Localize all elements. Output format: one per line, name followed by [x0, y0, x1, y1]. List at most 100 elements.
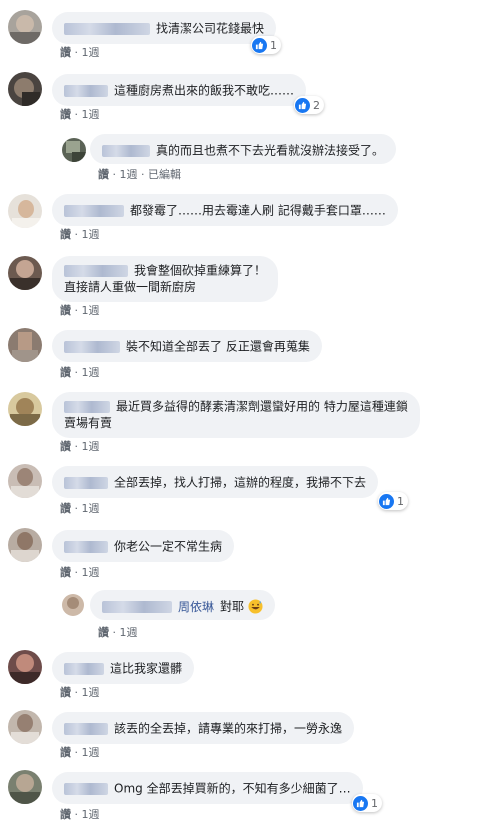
- timestamp[interactable]: 1週: [82, 686, 100, 699]
- comment-text: 全部丟掉，找人打掃，這辦的程度，我掃不下去: [114, 475, 367, 490]
- like-button[interactable]: 讚: [60, 746, 71, 759]
- avatar[interactable]: [8, 650, 42, 684]
- avatar[interactable]: [8, 10, 42, 44]
- like-button[interactable]: 讚: [60, 366, 71, 379]
- comment-meta: 讚 · 1週: [60, 366, 100, 379]
- comment-meta: 讚 · 1週: [60, 746, 100, 759]
- commenter-name[interactable]: [102, 600, 172, 613]
- timestamp[interactable]: 1週: [82, 746, 100, 759]
- reaction-count[interactable]: 2: [294, 96, 324, 114]
- comment-bubble: 找清潔公司花錢最快: [52, 12, 277, 44]
- comment-bubble: 這比我家還髒: [52, 652, 195, 684]
- reply: 周依琳 對耶 讚 · 1週: [0, 584, 496, 646]
- avatar[interactable]: [8, 392, 42, 426]
- avatar[interactable]: [8, 464, 42, 498]
- commenter-name[interactable]: [102, 144, 150, 157]
- timestamp[interactable]: 1週: [82, 46, 100, 59]
- commenter-name[interactable]: [64, 782, 108, 795]
- timestamp[interactable]: 1週: [82, 304, 100, 317]
- comment-bubble: 全部丟掉，找人打掃，這辦的程度，我掃不下去: [52, 466, 379, 498]
- avatar[interactable]: [8, 710, 42, 744]
- like-reaction-icon: [353, 795, 368, 811]
- like-button[interactable]: 讚: [60, 808, 71, 821]
- avatar[interactable]: [62, 138, 86, 162]
- like-button[interactable]: 讚: [60, 46, 71, 59]
- commenter-name[interactable]: [64, 340, 120, 353]
- commenter-name[interactable]: [64, 476, 108, 489]
- like-button[interactable]: 讚: [60, 566, 71, 579]
- commenter-name[interactable]: [64, 722, 108, 735]
- avatar[interactable]: [8, 194, 42, 228]
- comment-text: 都發霉了……用去霉達人刷 記得戴手套口罩……: [130, 203, 386, 218]
- timestamp[interactable]: 1週: [120, 168, 138, 181]
- avatar[interactable]: [8, 528, 42, 562]
- comment-meta: 讚 · 1週: [60, 502, 100, 515]
- comment-bubble: 裝不知道全部丟了 反正還會再蒐集: [52, 330, 322, 362]
- comment-bubble: 最近買多益得的酵素清潔劑還蠻好用的 特力屋這種連鎖 賣場有賣: [52, 392, 420, 438]
- comment-meta: 讚 · 1週: [98, 626, 138, 639]
- timestamp[interactable]: 1週: [82, 228, 100, 241]
- comment: Omg 全部丟掉買新的，不知有多少細菌了… 1 讚 · 1週: [0, 764, 496, 826]
- avatar[interactable]: [8, 72, 42, 106]
- timestamp[interactable]: 1週: [82, 366, 100, 379]
- like-button[interactable]: 讚: [60, 440, 71, 453]
- comment-meta: 讚 · 1週: [60, 46, 100, 59]
- avatar[interactable]: [8, 256, 42, 290]
- timestamp[interactable]: 1週: [82, 566, 100, 579]
- grinning-sweat-emoji-icon: [248, 599, 263, 614]
- avatar[interactable]: [8, 770, 42, 804]
- comment-meta: 讚 · 1週 · 已編輯: [98, 168, 181, 181]
- comment-meta: 讚 · 1週: [60, 686, 100, 699]
- like-button[interactable]: 讚: [60, 228, 71, 241]
- comment-bubble: 都發霉了……用去霉達人刷 記得戴手套口罩……: [52, 194, 398, 226]
- reply: 真的而且也煮不下去光看就沒辦法接受了。 讚 · 1週 · 已編輯: [0, 126, 496, 184]
- like-button[interactable]: 讚: [60, 108, 71, 121]
- commenter-name[interactable]: [64, 204, 124, 217]
- tagged-user-link[interactable]: 周依琳: [178, 599, 214, 615]
- comment-meta: 讚 · 1週: [60, 808, 100, 821]
- comment-text: 該丟的全丟掉，請專業的來打掃，一勞永逸: [114, 721, 343, 736]
- comment: 你老公一定不常生病 讚 · 1週: [0, 522, 496, 582]
- commenter-name[interactable]: [64, 22, 150, 35]
- reaction-count[interactable]: 1: [378, 492, 408, 510]
- comment: 最近買多益得的酵素清潔劑還蠻好用的 特力屋這種連鎖 賣場有賣 讚 · 1週: [0, 386, 496, 454]
- like-button[interactable]: 讚: [60, 686, 71, 699]
- comment-text: 最近買多益得的酵素清潔劑還蠻好用的 特力屋這種連鎖: [116, 399, 408, 414]
- avatar[interactable]: [8, 328, 42, 362]
- comment-text-line2: 賣場有賣: [64, 415, 113, 430]
- comment-text: 我會整個砍掉重練算了！: [134, 263, 267, 278]
- commenter-name[interactable]: [64, 264, 128, 277]
- like-button[interactable]: 讚: [60, 304, 71, 317]
- like-button[interactable]: 讚: [98, 168, 109, 181]
- commenter-name[interactable]: [64, 400, 110, 413]
- comment: 這比我家還髒 讚 · 1週: [0, 644, 496, 702]
- like-reaction-icon: [252, 37, 267, 53]
- edited-label[interactable]: 已編輯: [148, 168, 181, 181]
- reaction-count[interactable]: 1: [352, 794, 382, 812]
- like-button[interactable]: 讚: [60, 502, 71, 515]
- commenter-name[interactable]: [64, 84, 108, 97]
- comment-bubble: 周依琳 對耶: [90, 590, 275, 620]
- timestamp[interactable]: 1週: [82, 440, 100, 453]
- avatar[interactable]: [62, 594, 84, 616]
- timestamp[interactable]: 1週: [82, 108, 100, 121]
- like-button[interactable]: 讚: [98, 626, 109, 639]
- comment-meta: 讚 · 1週: [60, 566, 100, 579]
- comment-meta: 讚 · 1週: [60, 440, 100, 453]
- comment: 全部丟掉，找人打掃，這辦的程度，我掃不下去 1 讚 · 1週: [0, 458, 496, 518]
- comment-bubble: 該丟的全丟掉，請專業的來打掃，一勞永逸: [52, 712, 355, 744]
- comment-meta: 讚 · 1週: [60, 228, 100, 241]
- commenter-name[interactable]: [64, 540, 108, 553]
- comment: 我會整個砍掉重練算了！ 直接請人重做一間新廚房 讚 · 1週: [0, 250, 496, 318]
- like-reaction-icon: [379, 493, 394, 509]
- comment-text: 這種廚房煮出來的飯我不敢吃……: [114, 83, 295, 98]
- timestamp[interactable]: 1週: [120, 626, 138, 639]
- timestamp[interactable]: 1週: [82, 502, 100, 515]
- comment-bubble: 真的而且也煮不下去光看就沒辦法接受了。: [90, 134, 397, 164]
- comment-text: 對耶: [220, 599, 245, 614]
- commenter-name[interactable]: [64, 662, 104, 675]
- timestamp[interactable]: 1週: [82, 808, 100, 821]
- comment: 該丟的全丟掉，請專業的來打掃，一勞永逸 讚 · 1週: [0, 704, 496, 762]
- comment-text: 這比我家還髒: [110, 661, 183, 676]
- reaction-count[interactable]: 1: [251, 36, 281, 54]
